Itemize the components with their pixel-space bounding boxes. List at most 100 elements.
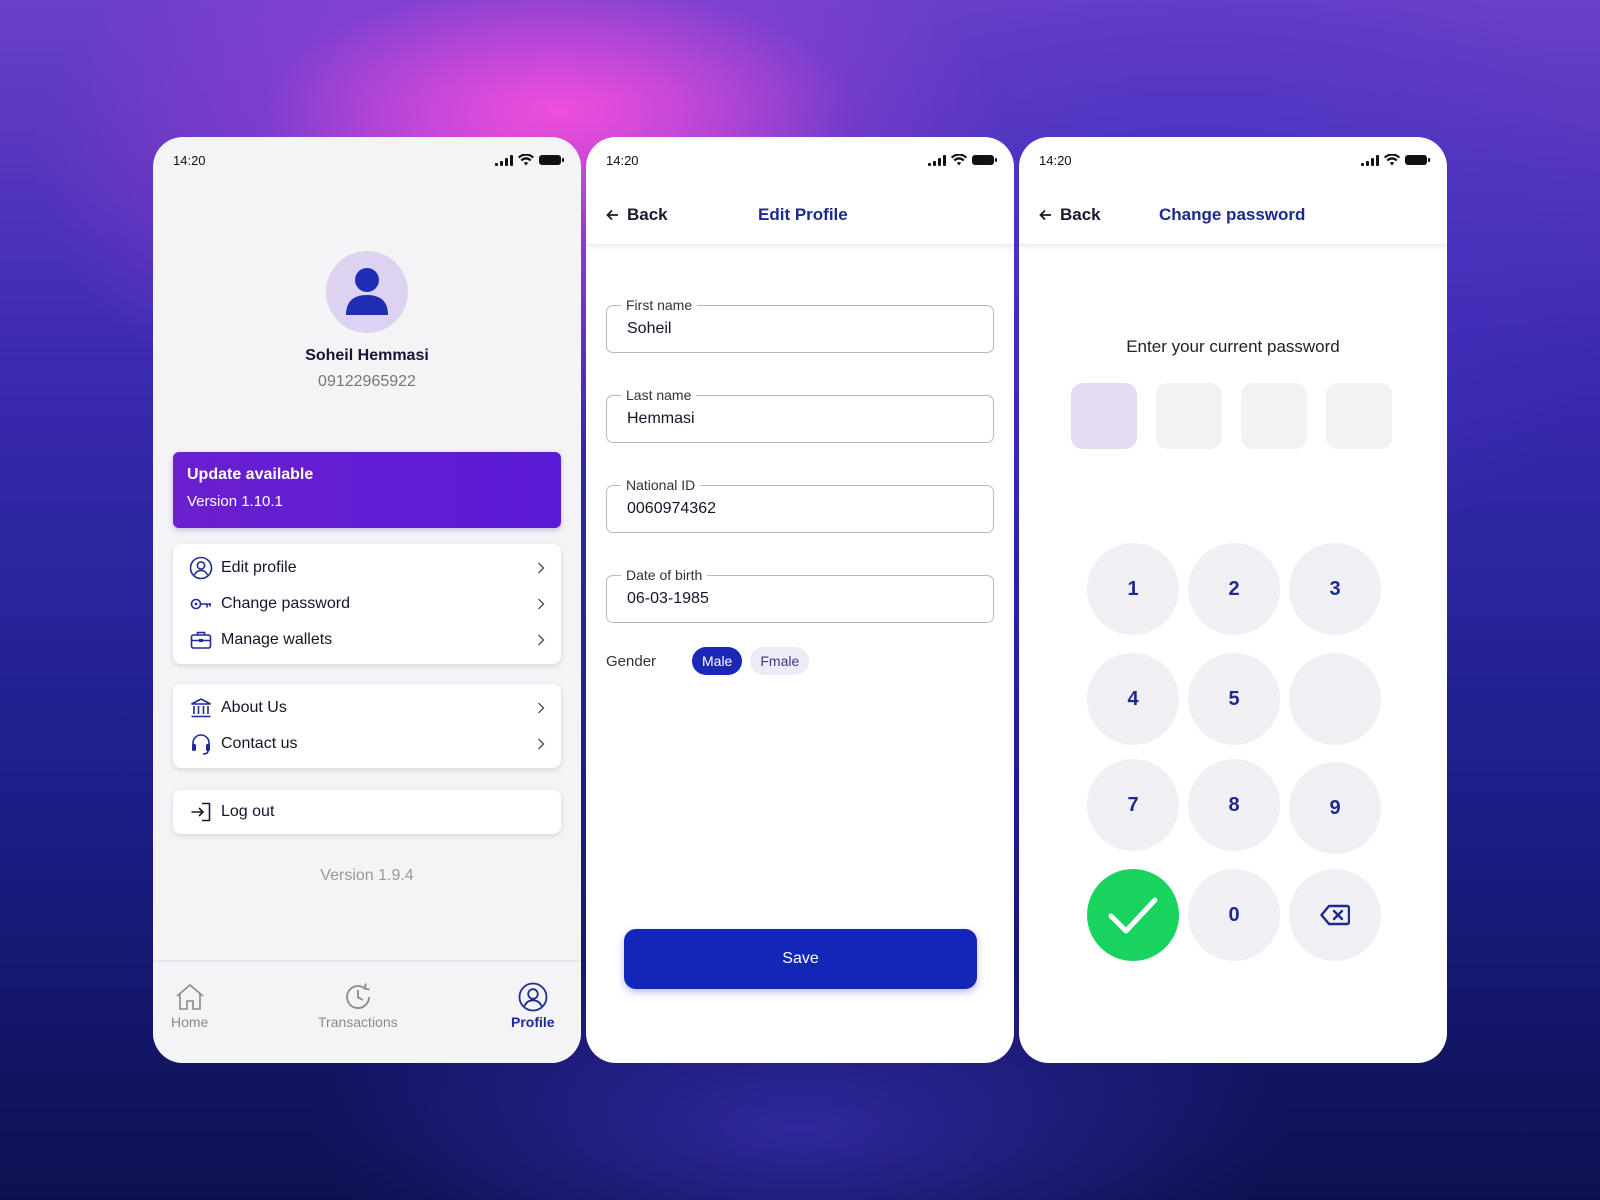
update-banner[interactable]: Update available Version 1.10.1	[173, 452, 561, 528]
check-icon	[1108, 897, 1158, 934]
gender-label: Gender	[606, 652, 657, 670]
tab-transactions[interactable]: Transactions	[318, 982, 398, 1030]
menu-label: About Us	[221, 699, 287, 716]
password-prompt: Enter your current password	[1126, 337, 1340, 356]
status-bar: 14:20	[586, 137, 1014, 183]
first-name-field: First name	[606, 297, 994, 353]
keypad-key-9[interactable]: 9	[1289, 762, 1381, 854]
user-circle-icon	[189, 556, 215, 580]
info-menu: About Us Contact us	[173, 684, 561, 768]
keypad-key-3[interactable]: 3	[1289, 543, 1381, 635]
pin-digit-3	[1241, 383, 1307, 449]
save-button[interactable]: Save	[624, 929, 977, 989]
keypad-key-8[interactable]: 8	[1188, 759, 1280, 851]
status-time: 14:20	[1039, 152, 1072, 168]
battery-icon	[1405, 155, 1430, 165]
confirm-button[interactable]	[1087, 869, 1179, 961]
avatar	[326, 251, 408, 333]
logout-button[interactable]: Log out	[173, 794, 561, 830]
keypad-key-0[interactable]: 0	[1188, 869, 1280, 961]
logout-label: Log out	[221, 803, 275, 820]
first-name-label: First name	[621, 297, 698, 313]
tab-profile[interactable]: Profile	[511, 982, 555, 1030]
menu-item-about-us[interactable]: About Us	[173, 690, 561, 726]
menu-label: Manage wallets	[221, 631, 333, 648]
menu-item-change-password[interactable]: Change password	[173, 586, 561, 622]
status-time: 14:20	[606, 152, 639, 168]
chevron-right-icon	[535, 702, 547, 714]
wifi-icon	[518, 154, 534, 166]
tab-label: Profile	[511, 1014, 555, 1030]
edit-profile-header: Back Edit Profile	[586, 183, 1014, 245]
keypad-key-5[interactable]: 5	[1188, 653, 1280, 745]
status-icons	[1361, 154, 1430, 166]
menu-item-contact-us[interactable]: Contact us	[173, 726, 561, 762]
wifi-icon	[1384, 154, 1400, 166]
key-icon	[189, 592, 215, 616]
status-icons	[495, 154, 564, 166]
status-icons	[928, 154, 997, 166]
chevron-right-icon	[535, 738, 547, 750]
signal-icon	[495, 154, 513, 166]
national-id-field: National ID	[606, 477, 994, 533]
signal-icon	[928, 154, 946, 166]
home-icon	[176, 983, 204, 1010]
update-title: Update available	[187, 466, 314, 483]
user-phone: 09122965922	[318, 373, 416, 390]
gender-selector: Gender Male Fmale	[606, 647, 817, 675]
backspace-icon	[1320, 904, 1350, 926]
back-button[interactable]: Back	[1039, 205, 1101, 225]
menu-item-edit-profile[interactable]: Edit profile	[173, 550, 561, 586]
logout-card: Log out	[173, 790, 561, 834]
user-circle-icon	[518, 982, 548, 1012]
menu-label: Edit profile	[221, 559, 297, 576]
date-of-birth-field: Date of birth	[606, 567, 994, 623]
logout-icon	[189, 800, 215, 824]
user-icon	[346, 268, 388, 315]
change-password-header: Back Change password	[1019, 183, 1447, 245]
gender-option-male[interactable]: Male	[692, 647, 743, 675]
keypad-key-6[interactable]	[1289, 653, 1381, 745]
menu-item-manage-wallets[interactable]: Manage wallets	[173, 622, 561, 658]
wifi-icon	[951, 154, 967, 166]
tab-home[interactable]: Home	[171, 982, 208, 1030]
signal-icon	[1361, 154, 1379, 166]
keypad-key-7[interactable]: 7	[1087, 759, 1179, 851]
page-title: Edit Profile	[758, 205, 848, 224]
account-menu: Edit profile Change password Manage wall…	[173, 544, 561, 664]
app-version: Version 1.9.4	[320, 867, 414, 884]
back-label: Back	[1060, 205, 1101, 224]
menu-label: Contact us	[221, 735, 298, 752]
change-password-screen: 14:20 Back Change password Enter your cu…	[1019, 137, 1447, 1063]
menu-label: Change password	[221, 595, 350, 612]
status-bar: 14:20	[153, 137, 581, 183]
chevron-right-icon	[535, 562, 547, 574]
battery-icon	[972, 155, 997, 165]
backspace-button[interactable]	[1289, 869, 1381, 961]
tab-label: Transactions	[318, 1014, 398, 1030]
chevron-right-icon	[535, 634, 547, 646]
tab-label: Home	[171, 1014, 209, 1030]
pin-digit-4	[1326, 383, 1392, 449]
date-of-birth-label: Date of birth	[621, 567, 708, 583]
status-time: 14:20	[173, 152, 206, 168]
update-version: Version 1.10.1	[187, 493, 283, 510]
page-title: Change password	[1159, 205, 1306, 224]
last-name-field: Last name	[606, 387, 994, 443]
profile-screen: 14:20 Soheil Hemmasi 09122965922 Update …	[153, 137, 581, 1063]
keypad-key-1[interactable]: 1	[1087, 543, 1179, 635]
edit-profile-screen: 14:20 Back Edit Profile First name Last …	[586, 137, 1014, 1063]
bank-icon	[189, 696, 215, 720]
gender-option-female[interactable]: Fmale	[750, 647, 810, 675]
arrow-left-icon	[606, 209, 619, 221]
headset-icon	[189, 732, 215, 756]
back-label: Back	[627, 205, 668, 224]
pin-digit-2	[1156, 383, 1222, 449]
pin-digit-1	[1071, 383, 1137, 449]
arrow-left-icon	[1039, 209, 1052, 221]
keypad-key-2[interactable]: 2	[1188, 543, 1280, 635]
status-bar: 14:20	[1019, 137, 1447, 183]
last-name-label: Last name	[621, 387, 697, 403]
back-button[interactable]: Back	[606, 205, 668, 225]
keypad-key-4[interactable]: 4	[1087, 653, 1179, 745]
